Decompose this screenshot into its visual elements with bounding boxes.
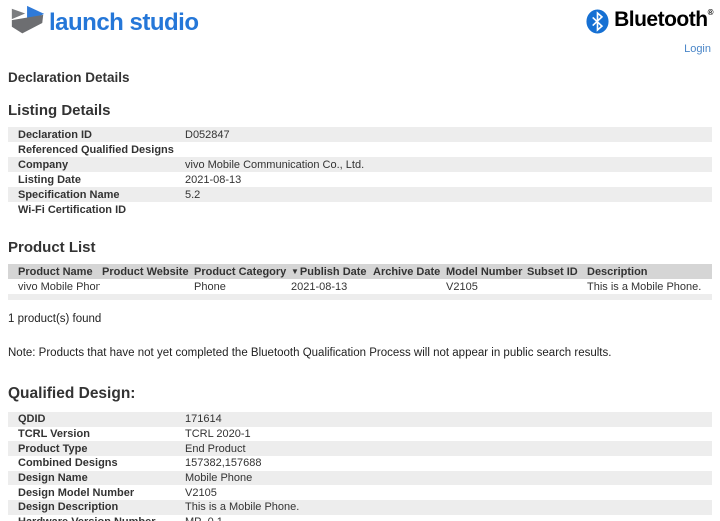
table-row: Design Description This is a Mobile Phon… xyxy=(8,500,712,515)
launch-studio-wordmark: launch studio xyxy=(49,9,199,36)
table-row: Hardware Version Number MP_0.1 xyxy=(8,514,712,521)
col-header-publish-date[interactable]: ▼Publish Date xyxy=(289,266,371,278)
table-row: Wi-Fi Certification ID xyxy=(8,202,712,217)
row-value: MP_0.1 xyxy=(185,516,712,521)
row-label: Combined Designs xyxy=(18,457,118,470)
bluetooth-brand: Bluetooth® xyxy=(585,8,714,34)
launch-studio-icon xyxy=(11,5,45,34)
cell-publish-date: 2021-08-13 xyxy=(291,280,348,293)
col-header-subset-id[interactable]: Subset ID xyxy=(525,266,585,278)
product-list-header-row: Product Name Product Website Product Cat… xyxy=(8,264,712,279)
declaration-details-page: launch studio Bluetooth® Login Declarati… xyxy=(0,0,720,521)
row-value: TCRL 2020-1 xyxy=(185,428,251,441)
row-label: Hardware Version Number xyxy=(8,516,185,521)
row-label: Design Name xyxy=(18,472,88,485)
registered-mark: ® xyxy=(707,8,714,17)
qualification-note: Note: Products that have not yet complet… xyxy=(8,347,612,359)
row-label: Declaration ID xyxy=(18,128,92,141)
row-value: End Product xyxy=(185,442,246,455)
table-row: Design Name Mobile Phone xyxy=(8,470,712,486)
product-list-table: Product Name Product Website Product Cat… xyxy=(8,264,712,300)
qualified-design-heading: Qualified Design: xyxy=(8,385,136,402)
product-count-text: 1 product(s) found xyxy=(8,313,102,325)
qualified-design-table: QDID 171614 TCRL Version TCRL 2020-1 Pro… xyxy=(8,412,712,521)
col-header-description[interactable]: Description xyxy=(585,266,712,278)
table-row: Declaration ID D052847 xyxy=(8,127,712,142)
cell-product-name: vivo Mobile Phone xyxy=(18,280,100,293)
row-label: Company xyxy=(18,158,69,171)
row-value: 2021-08-13 xyxy=(185,173,242,186)
launch-studio-logo[interactable]: launch studio xyxy=(9,4,199,40)
top-header: launch studio Bluetooth® Login xyxy=(0,0,720,58)
table-row: Referenced Qualified Designs xyxy=(8,142,712,157)
table-row: Combined Designs 157382,157688 xyxy=(8,456,712,471)
col-header-archive-date[interactable]: Archive Date xyxy=(371,266,444,278)
row-label: Referenced Qualified Designs xyxy=(18,143,174,156)
page-title: Declaration Details xyxy=(8,70,130,85)
row-value: vivo Mobile Communication Co., Ltd. xyxy=(185,158,365,171)
table-row: TCRL Version TCRL 2020-1 xyxy=(8,426,712,442)
row-value: This is a Mobile Phone. xyxy=(185,501,300,514)
table-row: QDID 171614 xyxy=(8,412,712,427)
row-label: Listing Date xyxy=(18,173,81,186)
row-label: TCRL Version xyxy=(18,428,90,441)
product-row: vivo Mobile Phone Phone 2021-08-13 V2105… xyxy=(8,279,712,294)
table-row: Listing Date 2021-08-13 xyxy=(8,172,712,187)
col-header-product-name[interactable]: Product Name xyxy=(8,266,100,278)
listing-details-heading: Listing Details xyxy=(8,102,111,119)
sort-descending-icon: ▼ xyxy=(291,266,299,276)
row-value: 5.2 xyxy=(185,188,201,201)
row-label: Wi-Fi Certification ID xyxy=(18,203,127,216)
bluetooth-wordmark: Bluetooth® xyxy=(614,8,714,31)
row-value: 171614 xyxy=(185,413,222,426)
bluetooth-icon xyxy=(586,9,609,34)
product-table-footer-strip xyxy=(8,294,712,300)
row-value: V2105 xyxy=(185,486,217,499)
row-label: Design Model Number xyxy=(18,486,135,499)
table-row: Company vivo Mobile Communication Co., L… xyxy=(8,157,712,172)
col-header-model-number[interactable]: Model Number xyxy=(444,266,525,278)
cell-model-number: V2105 xyxy=(446,280,478,293)
row-value: 157382,157688 xyxy=(185,457,262,470)
col-header-product-category[interactable]: Product Category xyxy=(192,266,289,278)
cell-product-category: Phone xyxy=(194,280,226,293)
col-header-product-website[interactable]: Product Website xyxy=(100,266,192,278)
table-row: Design Model Number V2105 xyxy=(8,485,712,501)
table-row: Product Type End Product xyxy=(8,441,712,457)
cell-description: This is a Mobile Phone. xyxy=(587,280,702,293)
row-label: QDID xyxy=(18,413,46,426)
row-label: Product Type xyxy=(18,442,88,455)
row-label: Design Description xyxy=(18,501,119,514)
product-list-heading: Product List xyxy=(8,239,96,256)
row-value: D052847 xyxy=(185,128,230,141)
listing-details-table: Declaration ID D052847 Referenced Qualif… xyxy=(8,127,712,217)
row-value: Mobile Phone xyxy=(185,472,253,485)
table-row: Specification Name 5.2 xyxy=(8,187,712,202)
login-link[interactable]: Login xyxy=(684,43,711,55)
row-label: Specification Name xyxy=(18,188,120,201)
